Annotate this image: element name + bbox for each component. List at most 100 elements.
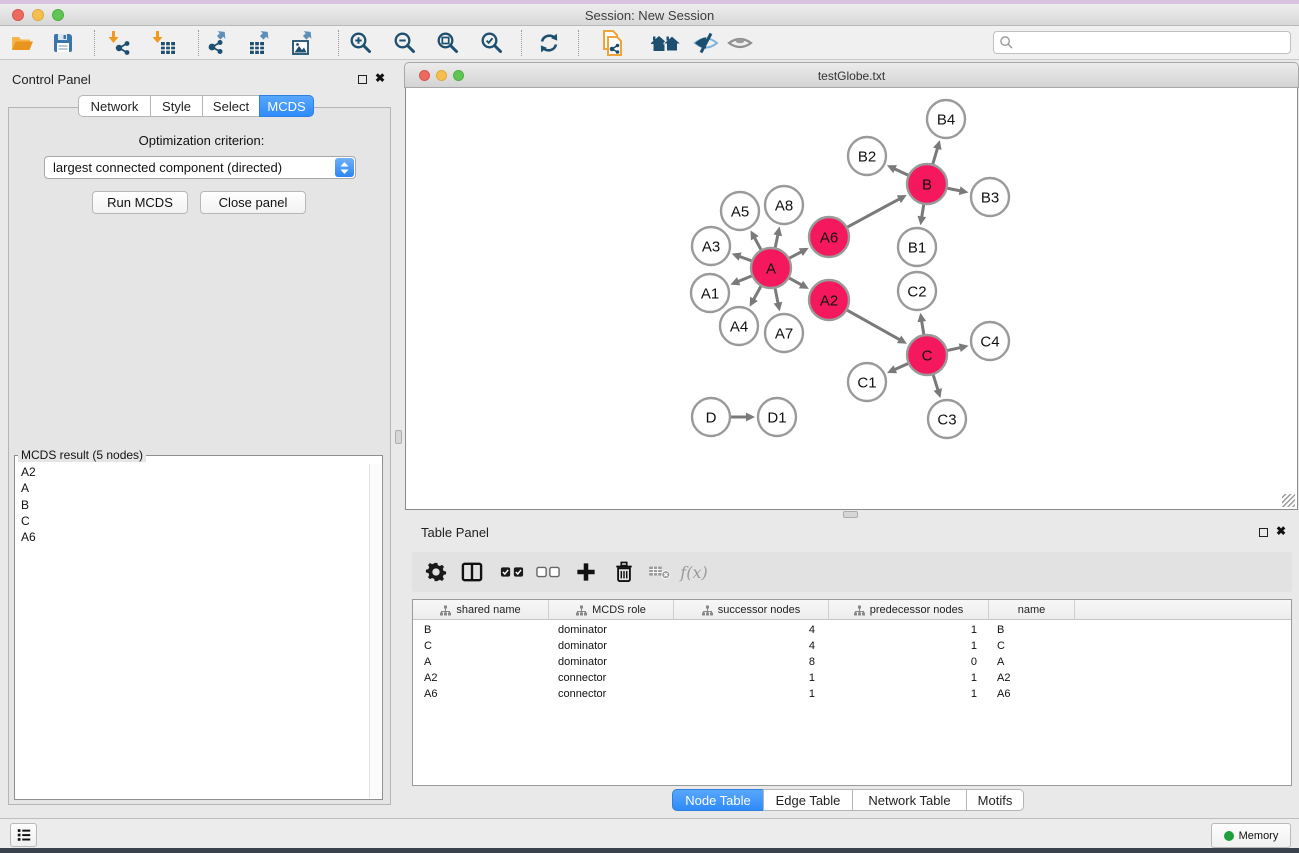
table-cell[interactable]: C xyxy=(989,638,1075,654)
memory-button[interactable]: Memory xyxy=(1211,823,1291,848)
close-table-panel-icon[interactable]: ✖ xyxy=(1274,524,1288,538)
table-cell[interactable]: A6 xyxy=(989,686,1075,702)
zoom-out-button[interactable] xyxy=(387,29,423,57)
table-cell[interactable]: 1 xyxy=(829,670,989,686)
hide-graphics-details-button[interactable] xyxy=(688,29,724,57)
column-header-mcds-role[interactable]: MCDS role xyxy=(549,600,674,620)
import-network-button[interactable] xyxy=(102,29,138,57)
table-cell[interactable]: A2 xyxy=(989,670,1075,686)
vertical-splitter-handle[interactable] xyxy=(395,430,402,444)
graph-edge[interactable] xyxy=(947,347,961,350)
clone-network-button[interactable] xyxy=(594,29,630,57)
graph-edge[interactable] xyxy=(893,364,907,370)
graph-edge[interactable] xyxy=(893,168,908,175)
open-session-button[interactable] xyxy=(4,29,40,57)
column-header-successor-nodes[interactable]: successor nodes xyxy=(674,600,829,620)
zoom-fit-button[interactable] xyxy=(430,29,466,57)
table-cell[interactable]: B xyxy=(989,622,1075,638)
graph-edge[interactable] xyxy=(847,310,901,340)
tab-motifs[interactable]: Motifs xyxy=(966,789,1024,811)
table-cell[interactable]: connector xyxy=(549,686,674,702)
horizontal-splitter-handle[interactable] xyxy=(843,511,858,518)
close-panel-icon[interactable]: ✖ xyxy=(373,71,387,85)
create-column-button[interactable] xyxy=(570,558,602,586)
table-row[interactable]: A6connector11A6 xyxy=(413,686,1291,702)
graph-edge[interactable] xyxy=(753,286,761,300)
graph-edge[interactable] xyxy=(775,289,778,305)
network-canvas[interactable]: B4B2BB3A8A5A6A3B1AC2A1A2A4A7C4CC1C3DD1 xyxy=(405,88,1298,510)
table-cell[interactable]: B xyxy=(413,622,549,638)
table-cell[interactable]: 4 xyxy=(674,622,829,638)
table-cell[interactable]: dominator xyxy=(549,654,674,670)
table-cell[interactable]: A xyxy=(989,654,1075,670)
deselect-all-rows-button[interactable] xyxy=(532,558,564,586)
graph-edge[interactable] xyxy=(738,256,751,261)
table-cell[interactable]: dominator xyxy=(549,622,674,638)
resize-grip-icon[interactable] xyxy=(1282,494,1295,507)
export-image-button[interactable] xyxy=(286,29,322,57)
graph-edge[interactable] xyxy=(754,236,761,249)
tab-network[interactable]: Network xyxy=(78,95,151,117)
table-cell[interactable]: A2 xyxy=(413,670,549,686)
zoom-selected-button[interactable] xyxy=(474,29,510,57)
table-cell[interactable]: A xyxy=(413,654,549,670)
table-cell[interactable]: 0 xyxy=(829,654,989,670)
export-network-button[interactable] xyxy=(200,29,236,57)
tab-node-table[interactable]: Node Table xyxy=(672,789,764,811)
graph-edge[interactable] xyxy=(789,278,802,285)
table-row[interactable]: Bdominator41B xyxy=(413,622,1291,638)
graph-edge[interactable] xyxy=(922,205,924,219)
refresh-layout-button[interactable] xyxy=(531,29,567,57)
network-window-titlebar[interactable]: testGlobe.txt xyxy=(404,62,1299,88)
column-header-shared-name[interactable]: shared name xyxy=(413,600,549,620)
table-cell[interactable]: 1 xyxy=(829,622,989,638)
table-cell[interactable]: 1 xyxy=(829,638,989,654)
table-cell[interactable]: A6 xyxy=(413,686,549,702)
table-cell[interactable]: 8 xyxy=(674,654,829,670)
delete-column-button[interactable] xyxy=(608,558,640,586)
graph-edge[interactable] xyxy=(737,276,752,282)
table-cell[interactable]: dominator xyxy=(549,638,674,654)
show-graphics-details-button[interactable] xyxy=(722,29,758,57)
graph-edge[interactable] xyxy=(948,188,962,191)
tab-network-table[interactable]: Network Table xyxy=(852,789,967,811)
graph-edge[interactable] xyxy=(933,375,938,391)
tab-select[interactable]: Select xyxy=(202,95,260,117)
float-table-panel-icon[interactable] xyxy=(1256,525,1270,539)
float-panel-icon[interactable] xyxy=(355,72,369,86)
graph-edge[interactable] xyxy=(921,320,923,335)
import-table-button[interactable] xyxy=(146,29,182,57)
task-history-button[interactable] xyxy=(10,823,37,847)
column-header-predecessor-nodes[interactable]: predecessor nodes xyxy=(829,600,989,620)
close-panel-button[interactable]: Close panel xyxy=(200,191,306,214)
search-input[interactable] xyxy=(1014,33,1290,52)
table-settings-button[interactable] xyxy=(420,558,452,586)
select-all-rows-button[interactable] xyxy=(496,558,528,586)
table-cell[interactable]: 1 xyxy=(829,686,989,702)
table-row[interactable]: A2connector11A2 xyxy=(413,670,1291,686)
table-cell[interactable]: 4 xyxy=(674,638,829,654)
search-field[interactable] xyxy=(993,31,1291,54)
table-row[interactable]: Adominator80A xyxy=(413,654,1291,670)
tab-mcds[interactable]: MCDS xyxy=(259,95,314,117)
graph-edge[interactable] xyxy=(790,251,803,258)
run-mcds-button[interactable]: Run MCDS xyxy=(92,191,188,214)
export-table-button[interactable] xyxy=(243,29,279,57)
save-session-button[interactable] xyxy=(45,29,81,57)
tab-edge-table[interactable]: Edge Table xyxy=(763,789,853,811)
result-scrollbar[interactable] xyxy=(369,464,381,798)
table-cell[interactable]: 1 xyxy=(674,686,829,702)
graph-edge[interactable] xyxy=(933,147,938,164)
tab-style[interactable]: Style xyxy=(150,95,203,117)
table-cell[interactable]: 1 xyxy=(674,670,829,686)
column-header-name[interactable]: name xyxy=(989,600,1075,620)
table-cell[interactable]: connector xyxy=(549,670,674,686)
graph-edge[interactable] xyxy=(775,233,778,247)
first-neighbors-button[interactable] xyxy=(648,29,684,57)
toggle-panes-button[interactable] xyxy=(456,558,488,586)
table-row[interactable]: Cdominator41C xyxy=(413,638,1291,654)
zoom-in-button[interactable] xyxy=(343,29,379,57)
table-cell[interactable]: C xyxy=(413,638,549,654)
criterion-dropdown[interactable]: largest connected component (directed) xyxy=(44,156,356,179)
graph-edge[interactable] xyxy=(847,198,900,227)
